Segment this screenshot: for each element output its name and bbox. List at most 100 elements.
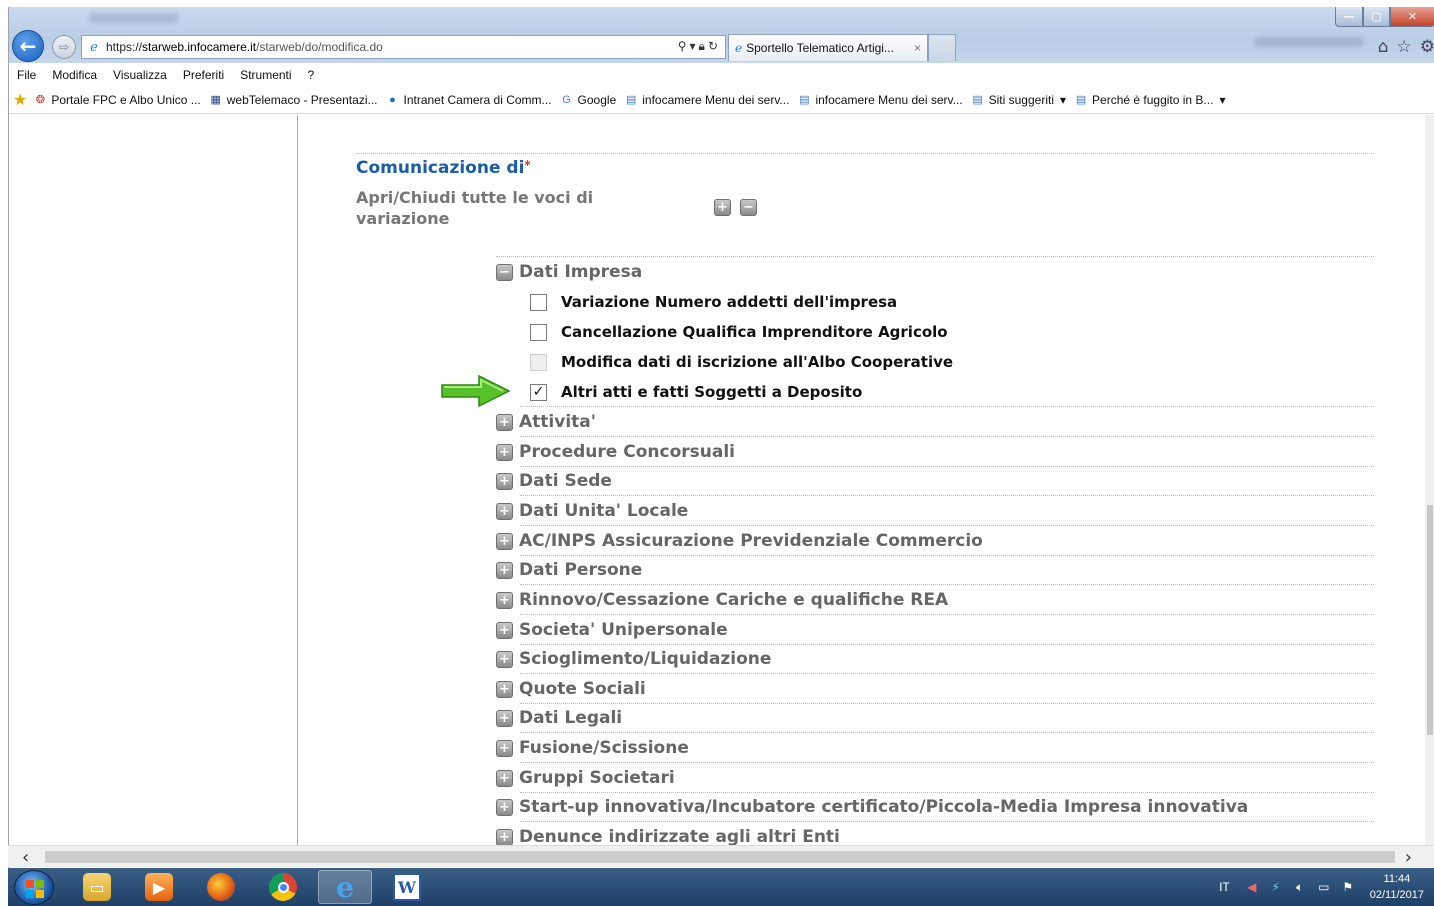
expand-section-button[interactable]: + <box>496 621 513 639</box>
section-label: Gruppi Societari <box>519 768 675 788</box>
expand-section-button[interactable]: + <box>496 591 513 609</box>
favorite-link[interactable]: ● Intranet Camera di Comm... <box>385 93 551 107</box>
address-tools[interactable]: ⚲▾🔒︎↻ <box>678 39 721 54</box>
collapsed-section[interactable]: + Attivita' <box>496 411 596 433</box>
maximize-button[interactable]: ▢ <box>1363 7 1390 27</box>
plus-icon: + <box>499 740 510 756</box>
language-indicator[interactable]: IT <box>1219 880 1230 894</box>
favorite-label: infocamere Menu dei serv... <box>815 92 963 107</box>
taskbar-internet-explorer[interactable]: e <box>318 870 372 904</box>
option-checkbox[interactable] <box>530 323 547 341</box>
taskbar-word[interactable]: W <box>380 870 434 904</box>
expand-section-button[interactable]: + <box>496 650 513 668</box>
url-path: /starweb/do/modifica.do <box>256 40 383 54</box>
gear-icon[interactable]: ⚙ <box>1420 37 1434 57</box>
menu-item[interactable]: ? <box>300 68 323 82</box>
option-row: ✓ Altri atti e fatti Soggetti a Deposito <box>530 381 862 403</box>
collapse-section-button[interactable]: − <box>496 263 513 281</box>
address-bar[interactable]: ℯ https:// starweb.infocamere.it /starwe… <box>81 35 726 59</box>
scroll-left-icon[interactable]: ‹ <box>22 847 29 868</box>
new-tab-button[interactable] <box>928 34 956 61</box>
start-button[interactable] <box>14 870 54 905</box>
option-row: Variazione Numero addetti dell'impresa <box>530 291 897 313</box>
collapsed-section[interactable]: + Fusione/Scissione <box>496 737 689 759</box>
action-center-icon[interactable]: ⚑ <box>1340 880 1356 894</box>
clock[interactable]: 11:44 02/11/2017 <box>1370 871 1424 903</box>
browser-tab[interactable]: ℯ Sportello Telematico Artigi... × <box>728 34 928 61</box>
favorites-star-icon[interactable]: ☆ <box>1397 37 1412 57</box>
expand-section-button[interactable]: + <box>496 413 513 431</box>
form-title-text: Comunicazione di <box>356 158 525 178</box>
plus-icon: + <box>499 533 510 549</box>
option-checkbox[interactable]: ✓ <box>530 383 547 401</box>
favorite-link[interactable]: ▤ Perché è fuggito in B... ▾ <box>1074 93 1226 107</box>
expand-section-button[interactable]: + <box>496 828 513 846</box>
search-icon[interactable]: ⚲ <box>678 39 690 53</box>
forward-button[interactable]: ⇨ <box>52 35 76 59</box>
favorite-link[interactable]: ❂ Portale FPC e Albo Unico ... <box>33 93 201 107</box>
lock-icon[interactable]: 🔒︎ <box>699 39 708 53</box>
favorite-link[interactable]: ▤ infocamere Menu dei serv... <box>624 93 789 107</box>
collapsed-section[interactable]: + Quote Sociali <box>496 678 646 700</box>
expand-section-button[interactable]: + <box>496 532 513 550</box>
plus-icon: + <box>499 651 510 667</box>
menu-item[interactable]: File <box>9 68 44 82</box>
taskbar-explorer[interactable]: ▭ <box>70 870 124 904</box>
refresh-icon[interactable]: ↻ <box>708 39 721 53</box>
collapsed-section[interactable]: + Start-up innovativa/Incubatore certific… <box>496 796 1248 818</box>
scroll-right-icon[interactable]: › <box>1405 847 1412 868</box>
menu-item[interactable]: Preferiti <box>175 68 232 82</box>
title-bar: — ▢ ✕ ← ⇨ ℯ https:// starweb.infocamere.… <box>9 7 1434 63</box>
minimize-button[interactable]: — <box>1335 7 1363 27</box>
favorite-link[interactable]: G Google <box>560 93 616 107</box>
expand-all-button[interactable]: + <box>714 199 731 216</box>
taskbar-firefox[interactable] <box>194 870 248 904</box>
expand-section-button[interactable]: + <box>496 709 513 727</box>
collapsed-section[interactable]: + Rinnovo/Cessazione Cariche e qualifiche… <box>496 589 948 611</box>
expand-section-button[interactable]: + <box>496 769 513 787</box>
collapsed-section[interactable]: + Dati Persone <box>496 559 642 581</box>
menu-item[interactable]: Visualizza <box>105 68 175 82</box>
add-favorites-star-icon[interactable]: ★ <box>13 90 27 110</box>
collapsed-section[interactable]: + Procedure Concorsuali <box>496 441 735 463</box>
expand-section-button[interactable]: + <box>496 443 513 461</box>
scrollbar-thumb[interactable] <box>1427 505 1433 735</box>
collapsed-section[interactable]: + Dati Unita' Locale <box>496 500 688 522</box>
home-icon[interactable]: ⌂ <box>1378 37 1389 57</box>
expand-section-button[interactable]: + <box>496 472 513 490</box>
chevron-down-icon[interactable]: ▾ <box>1060 93 1066 107</box>
collapsed-section[interactable]: + AC/INPS Assicurazione Previdenziale Com… <box>496 530 983 552</box>
vertical-scrollbar[interactable] <box>1425 115 1434 852</box>
horizontal-scrollbar[interactable]: ‹ › <box>8 845 1434 868</box>
option-checkbox[interactable] <box>530 293 547 311</box>
dropdown-icon[interactable]: ▾ <box>690 39 699 53</box>
expand-section-button[interactable]: + <box>496 502 513 520</box>
expand-section-button[interactable]: + <box>496 798 513 816</box>
expand-section-button[interactable]: + <box>496 561 513 579</box>
volume-icon[interactable]: 🔈︎ <box>1292 880 1308 894</box>
tab-close-button[interactable]: × <box>914 41 921 55</box>
close-window-button[interactable]: ✕ <box>1390 7 1434 27</box>
taskbar-media-player[interactable]: ▶ <box>132 870 186 904</box>
display-icon[interactable]: ▭ <box>1316 880 1332 894</box>
favorite-link[interactable]: ▤ infocamere Menu dei serv... <box>797 93 962 107</box>
scrollbar-thumb[interactable] <box>45 851 1395 863</box>
expand-section-button[interactable]: + <box>496 739 513 757</box>
section-dati-impresa[interactable]: − Dati Impresa <box>496 261 642 283</box>
collapsed-section[interactable]: + Dati Legali <box>496 707 622 729</box>
collapsed-section[interactable]: + Scioglimento/Liquidazione <box>496 648 771 670</box>
collapsed-section[interactable]: + Gruppi Societari <box>496 767 675 789</box>
menu-item[interactable]: Modifica <box>44 68 105 82</box>
flag-icon[interactable]: ◀ <box>1244 880 1260 894</box>
taskbar-chrome[interactable] <box>256 870 310 904</box>
favorite-link[interactable]: ▤ Siti suggeriti ▾ <box>971 93 1066 107</box>
network-icon[interactable]: ⚡︎ <box>1268 880 1284 894</box>
back-button[interactable]: ← <box>12 30 44 62</box>
collapsed-section[interactable]: + Societa' Unipersonale <box>496 619 728 641</box>
chevron-down-icon[interactable]: ▾ <box>1219 93 1225 107</box>
menu-item[interactable]: Strumenti <box>232 68 299 82</box>
collapsed-section[interactable]: + Dati Sede <box>496 470 612 492</box>
expand-section-button[interactable]: + <box>496 680 513 698</box>
favorite-link[interactable]: ▦ webTelemaco - Presentazi... <box>209 93 378 107</box>
collapse-all-button[interactable]: − <box>740 199 757 216</box>
